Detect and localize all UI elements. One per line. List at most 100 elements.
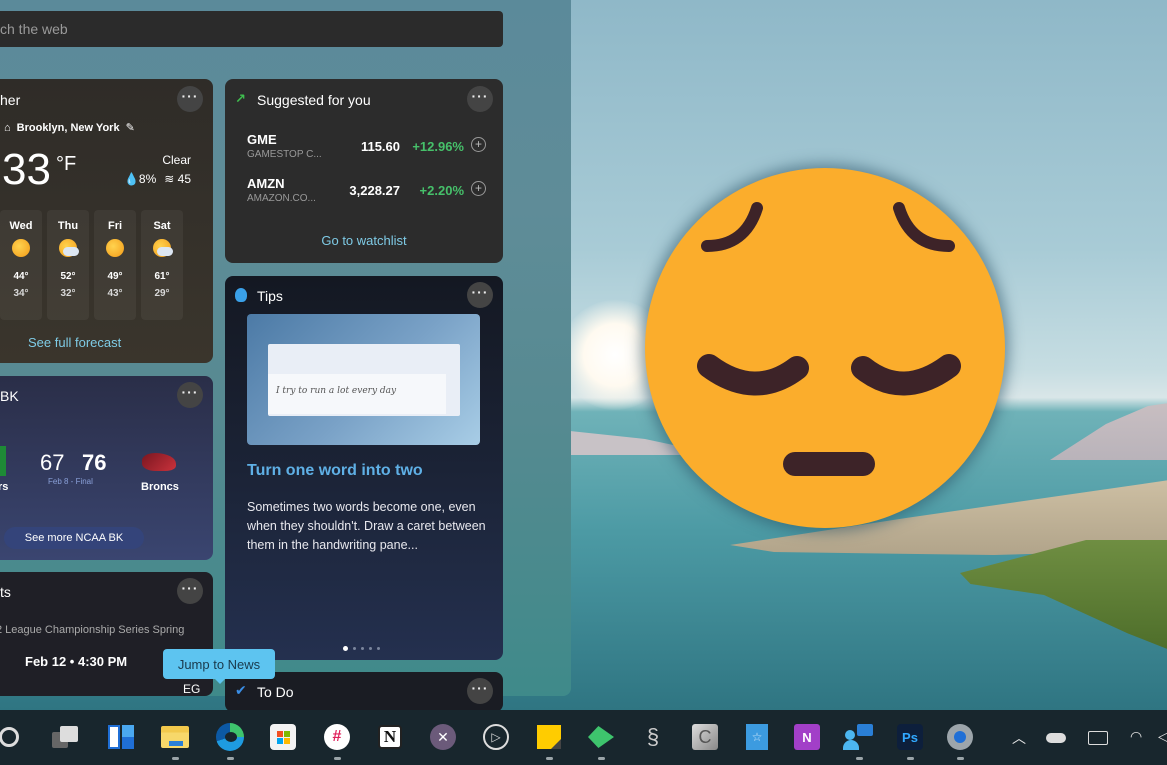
web-search-input[interactable]: ch the web — [0, 11, 503, 47]
taskbar-microsoft-store[interactable] — [268, 722, 298, 752]
sports-widget: BK ··· rs 67 76 Feb 8 - Final Broncs See… — [0, 376, 213, 560]
team-name-right: Broncs — [141, 481, 179, 493]
running-indicator — [598, 757, 605, 760]
checkmark-icon: ✔ — [235, 682, 247, 698]
taskbar-app-gray[interactable]: C — [690, 722, 720, 752]
page-dot[interactable] — [377, 647, 380, 650]
more-options-button[interactable]: ··· — [177, 578, 203, 604]
match-time: Feb 12 • 4:30 PM — [25, 654, 128, 669]
taskbar-people-chat[interactable] — [843, 722, 874, 760]
precipitation: 💧8% — [123, 172, 157, 186]
taskbar-edge[interactable] — [215, 722, 245, 760]
gear-icon — [947, 724, 973, 750]
see-more-button[interactable]: See more NCAA BK — [4, 527, 144, 549]
trending-up-icon: ↗ — [235, 91, 246, 106]
taskbar-app-play[interactable]: ▷ — [481, 722, 511, 752]
taskbar: # N ✕ ▷ § C ☆ N Ps ︿ ◠ ◁ — [0, 710, 1167, 765]
edit-pencil-icon[interactable]: ✎ — [126, 121, 135, 134]
taskbar-onenote[interactable]: N — [792, 722, 822, 752]
widget-title: To Do — [257, 684, 294, 700]
raindrop-icon: 💧 — [123, 172, 139, 186]
tip-illustration[interactable]: I try to run a lot every day — [247, 314, 480, 445]
forecast-day[interactable]: Wed 44° 34° — [0, 210, 42, 320]
page-dot[interactable] — [369, 647, 372, 650]
onedrive-icon[interactable] — [1046, 733, 1066, 743]
go-to-watchlist-link[interactable]: Go to watchlist — [225, 233, 503, 248]
taskbar-task-view[interactable] — [50, 722, 80, 752]
game-status: Feb 8 - Final — [48, 477, 93, 486]
store-icon — [270, 724, 296, 750]
page-dot[interactable] — [353, 647, 356, 650]
widget-title: BK — [0, 388, 19, 404]
waves-icon: § — [646, 724, 660, 749]
team-logo — [0, 446, 6, 476]
hills — [1050, 400, 1167, 460]
tips-widget: Tips ··· I try to run a lot every day Tu… — [225, 276, 503, 660]
see-full-forecast-link[interactable]: See full forecast — [28, 335, 121, 350]
wind-icon: ≋ — [164, 172, 175, 186]
forecast-day[interactable]: Sat 61° 29° — [141, 210, 183, 320]
more-options-button[interactable]: ··· — [467, 86, 493, 112]
page-dot[interactable] — [343, 646, 348, 651]
more-options-button[interactable]: ··· — [467, 678, 493, 704]
pensive-face-emoji — [645, 168, 1005, 528]
home-icon: ⌂ — [4, 121, 11, 134]
partly-cloudy-icon — [59, 239, 79, 257]
taskbar-file-explorer[interactable] — [160, 722, 190, 760]
app-icon: C — [692, 724, 718, 750]
league-name: 2 League Championship Series Spring — [0, 624, 185, 636]
forecast-day[interactable]: Fri 49° 43° — [94, 210, 136, 320]
keyboard-icon[interactable] — [1088, 731, 1108, 745]
grass-field — [960, 540, 1167, 650]
book-icon: ☆ — [746, 724, 768, 750]
stock-row[interactable]: AMZN AMAZON.CO... 3,228.27 +2.20% + — [247, 176, 492, 210]
taskbar-search[interactable] — [0, 722, 24, 752]
running-indicator — [856, 757, 863, 760]
page-dot[interactable] — [361, 647, 364, 650]
taskbar-sticky-notes[interactable] — [534, 722, 564, 760]
jump-to-news-tooltip[interactable]: Jump to News — [163, 649, 275, 684]
wind: ≋ 45 — [164, 172, 191, 186]
tip-headline[interactable]: Turn one word into two — [247, 462, 423, 480]
add-to-watchlist-icon[interactable]: + — [471, 181, 486, 196]
taskbar-notion[interactable]: N — [375, 722, 405, 752]
add-to-watchlist-icon[interactable]: + — [471, 137, 486, 152]
score-right: 76 — [82, 450, 107, 475]
more-options-button[interactable]: ··· — [177, 382, 203, 408]
taskbar-settings[interactable] — [945, 722, 975, 760]
chevron-up-icon[interactable]: ︿ — [1012, 728, 1026, 748]
weather-condition: Clear — [162, 153, 191, 167]
forecast-day[interactable]: Thu 52° 32° — [47, 210, 89, 320]
score-left: 67 — [40, 450, 65, 475]
wifi-icon[interactable]: ◠ — [1130, 728, 1142, 745]
app-icon: ✕ — [430, 724, 456, 750]
current-temperature: 33 — [2, 145, 51, 194]
weather-location[interactable]: ⌂ Brooklyn, New York ✎ — [4, 121, 135, 135]
team-name-left: rs — [0, 481, 9, 493]
running-indicator — [957, 757, 964, 760]
taskbar-photoshop[interactable]: Ps — [895, 722, 925, 760]
photoshop-icon: Ps — [897, 724, 923, 750]
sunny-icon — [106, 239, 124, 257]
taskbar-widgets[interactable] — [106, 722, 136, 752]
more-options-button[interactable]: ··· — [177, 86, 203, 112]
stock-row[interactable]: GME GAMESTOP C... 115.60 +12.96% + — [247, 132, 492, 166]
taskbar-app-green[interactable] — [586, 722, 616, 760]
sunny-icon — [12, 239, 30, 257]
taskbar-slack[interactable]: # — [322, 722, 352, 760]
stocks-widget: Suggested for you ↗ ··· GME GAMESTOP C..… — [225, 79, 503, 263]
more-options-button[interactable]: ··· — [467, 282, 493, 308]
running-indicator — [172, 757, 179, 760]
tip-body: Sometimes two words become one, even whe… — [247, 500, 486, 552]
onenote-icon: N — [794, 724, 820, 750]
notion-icon: N — [378, 725, 402, 749]
handwriting-text: I try to run a lot every day — [268, 374, 446, 414]
edge-icon — [216, 723, 244, 751]
taskbar-app-waves[interactable]: § — [638, 722, 668, 752]
taskbar-app-book[interactable]: ☆ — [742, 722, 772, 752]
taskbar-app-purple[interactable]: ✕ — [428, 722, 458, 752]
running-indicator — [227, 757, 234, 760]
partly-cloudy-icon — [153, 239, 173, 257]
volume-icon[interactable]: ◁ — [1158, 728, 1167, 745]
team-abbreviation: EG — [183, 682, 201, 696]
